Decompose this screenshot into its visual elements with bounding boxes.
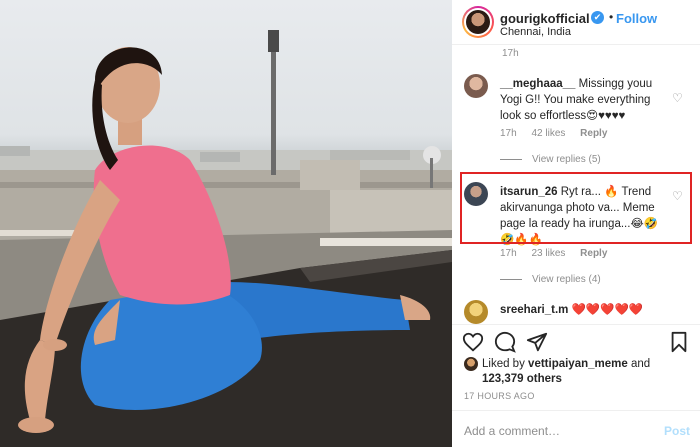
- liker-avatar[interactable]: [464, 357, 478, 371]
- post-photo[interactable]: [0, 0, 452, 447]
- liked-by-text: Liked by vettipaiyan_meme and 123,379 ot…: [482, 357, 692, 387]
- comment-meta: 17h 23 likes Reply: [500, 248, 619, 259]
- comment-text-block: __meghaaa__ Missingg youu Yogi G!! You m…: [500, 76, 670, 124]
- view-replies-button[interactable]: View replies (5): [500, 154, 601, 165]
- liked-by-prefix: Liked by: [482, 358, 525, 370]
- comment-body: ❤️❤️❤️❤️❤️: [571, 304, 644, 316]
- view-replies-line: [500, 278, 522, 280]
- heart-outline-icon[interactable]: [462, 331, 484, 353]
- view-replies-line: [500, 158, 522, 160]
- post-timestamp[interactable]: 17 HOURS AGO: [464, 391, 535, 401]
- commenter-avatar[interactable]: [464, 300, 488, 324]
- comment-like-heart-icon[interactable]: ♡: [672, 92, 684, 104]
- comment-time: 17h: [500, 248, 517, 259]
- action-bar: [452, 324, 700, 360]
- view-replies-label: View replies (4): [532, 274, 601, 285]
- likes-others-count[interactable]: 123,379 others: [482, 373, 562, 385]
- caption-time: 17h: [502, 48, 519, 59]
- author-username[interactable]: gourigkofficial: [500, 11, 590, 26]
- header-separator: •: [609, 10, 614, 24]
- reply-button[interactable]: Reply: [580, 128, 607, 139]
- post-comment-button[interactable]: Post: [664, 424, 690, 438]
- follow-button[interactable]: Follow: [616, 11, 657, 26]
- comment-bubble-icon[interactable]: [494, 331, 516, 353]
- verified-badge-icon: ✔: [591, 11, 604, 24]
- view-replies-button[interactable]: View replies (4): [500, 274, 601, 285]
- comment-likes[interactable]: 42 likes: [531, 128, 565, 139]
- commenter-avatar[interactable]: [464, 74, 488, 98]
- liked-by-connector: and: [630, 358, 651, 370]
- liker-username[interactable]: vettipaiyan_meme: [528, 358, 628, 370]
- reply-button[interactable]: Reply: [580, 248, 607, 259]
- post-location[interactable]: Chennai, India: [500, 26, 571, 38]
- yoga-photo-illustration: [0, 30, 452, 447]
- add-comment-bar: Add a comment… Post: [452, 410, 700, 447]
- paper-plane-icon[interactable]: [526, 331, 548, 353]
- comment-text-block: sreehari_t.m ❤️❤️❤️❤️❤️: [500, 302, 670, 318]
- comment-time: 17h: [500, 128, 517, 139]
- comment-input[interactable]: Add a comment…: [464, 424, 560, 438]
- comment-meta: 17h 42 likes Reply: [500, 128, 619, 139]
- comment-highlight-box: [460, 172, 692, 244]
- comment-likes[interactable]: 23 likes: [531, 248, 565, 259]
- comments-list[interactable]: 17h __meghaaa__ Missingg youu Yogi G!! Y…: [452, 44, 700, 324]
- bookmark-icon[interactable]: [668, 331, 690, 353]
- post-side-panel: gourigkofficial ✔ • Follow Chennai, Indi…: [452, 0, 700, 447]
- comment-username[interactable]: sreehari_t.m: [500, 304, 568, 316]
- post-header: gourigkofficial ✔ • Follow Chennai, Indi…: [452, 0, 700, 44]
- comment-username[interactable]: __meghaaa__: [500, 78, 575, 90]
- view-replies-label: View replies (5): [532, 154, 601, 165]
- author-avatar[interactable]: [462, 6, 494, 38]
